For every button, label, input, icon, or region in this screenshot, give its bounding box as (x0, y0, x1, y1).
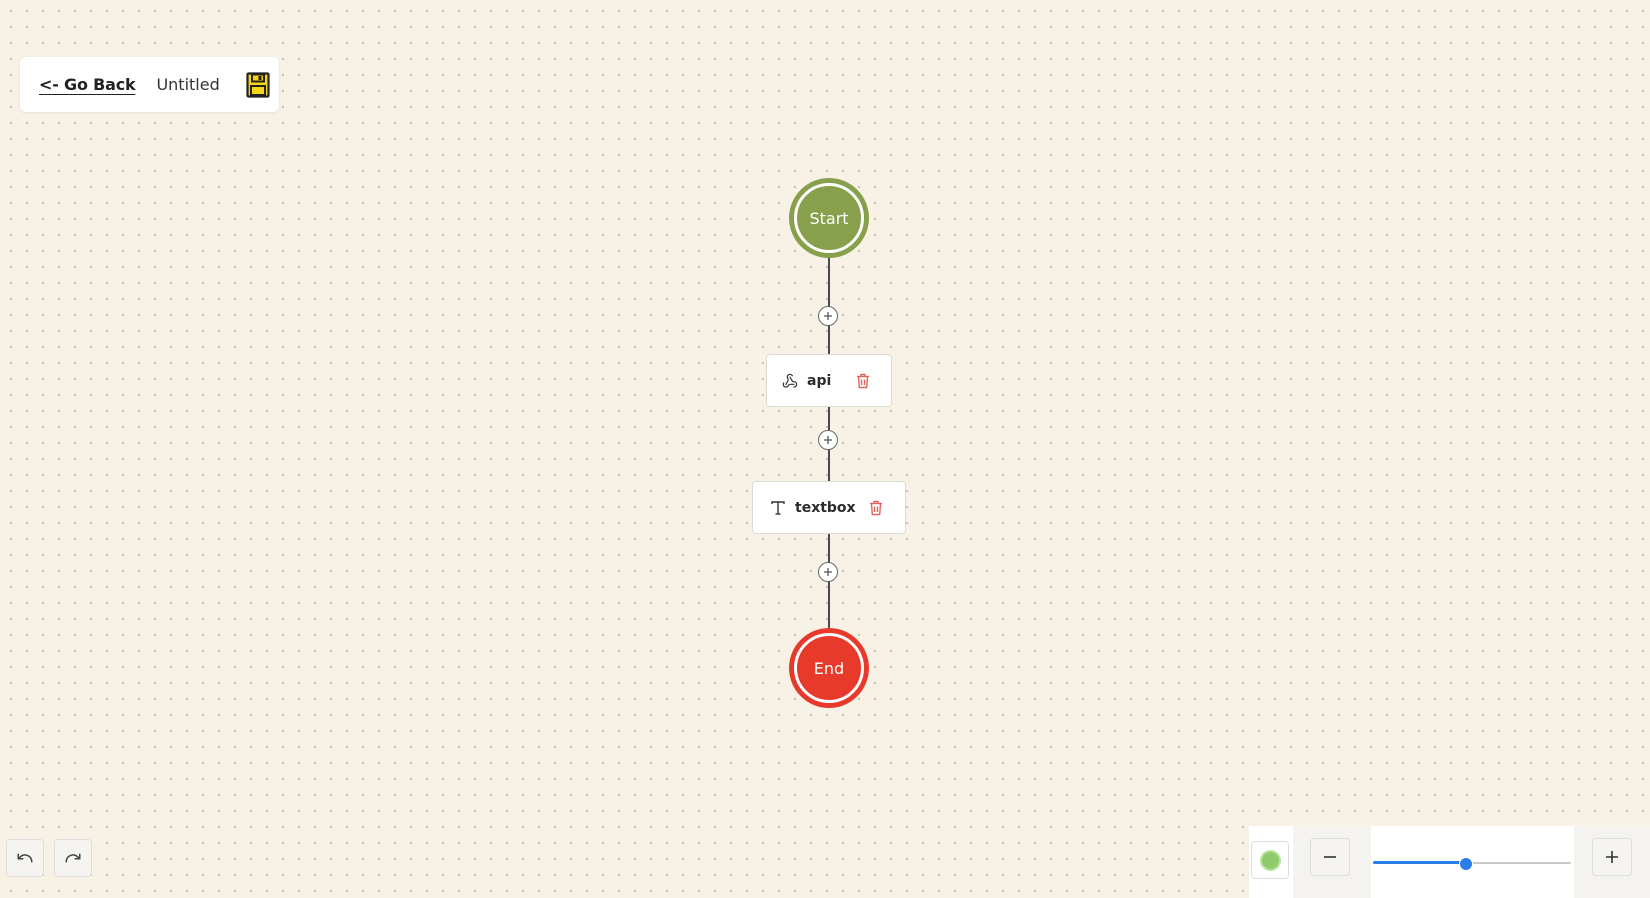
status-indicator-button[interactable] (1251, 841, 1289, 879)
zoom-in-button[interactable] (1592, 838, 1632, 876)
zoom-slider-fill (1373, 861, 1466, 864)
end-node-label: End (794, 633, 864, 703)
flow-title[interactable]: Untitled (156, 75, 219, 94)
zoom-slider-thumb[interactable] (1459, 857, 1473, 871)
trash-icon (857, 373, 869, 389)
flow-edge (828, 255, 830, 355)
flow-node-api[interactable]: api (766, 354, 892, 407)
plus-icon (824, 568, 832, 576)
zoom-slider[interactable] (1373, 857, 1571, 871)
flow-node-label: textbox (795, 499, 856, 516)
delete-node-button[interactable] (867, 498, 885, 518)
plus-icon (824, 312, 832, 320)
add-step-button[interactable] (818, 430, 838, 450)
plus-icon (1606, 851, 1618, 863)
flow-node-label: api (807, 372, 832, 389)
redo-button[interactable] (54, 839, 92, 877)
go-back-link[interactable]: <- Go Back (39, 75, 136, 94)
end-node[interactable]: End (789, 628, 869, 708)
status-dot-icon (1261, 851, 1279, 869)
save-button[interactable] (245, 71, 271, 98)
delete-node-button[interactable] (854, 371, 872, 391)
trash-icon (870, 500, 882, 516)
floppy-disk-icon (246, 71, 270, 98)
add-step-button[interactable] (818, 562, 838, 582)
undo-button[interactable] (6, 839, 44, 877)
start-node-label: Start (794, 183, 864, 253)
minus-icon (1324, 856, 1336, 858)
plus-icon (824, 436, 832, 444)
zoom-out-button[interactable] (1310, 838, 1350, 876)
redo-icon (65, 853, 81, 863)
undo-icon (17, 853, 33, 863)
top-toolbar: <- Go Back Untitled (20, 57, 279, 112)
add-step-button[interactable] (818, 306, 838, 326)
webhook-icon (782, 373, 798, 388)
text-type-icon (771, 500, 785, 515)
start-node[interactable]: Start (789, 178, 869, 258)
flow-node-textbox[interactable]: textbox (752, 481, 906, 534)
